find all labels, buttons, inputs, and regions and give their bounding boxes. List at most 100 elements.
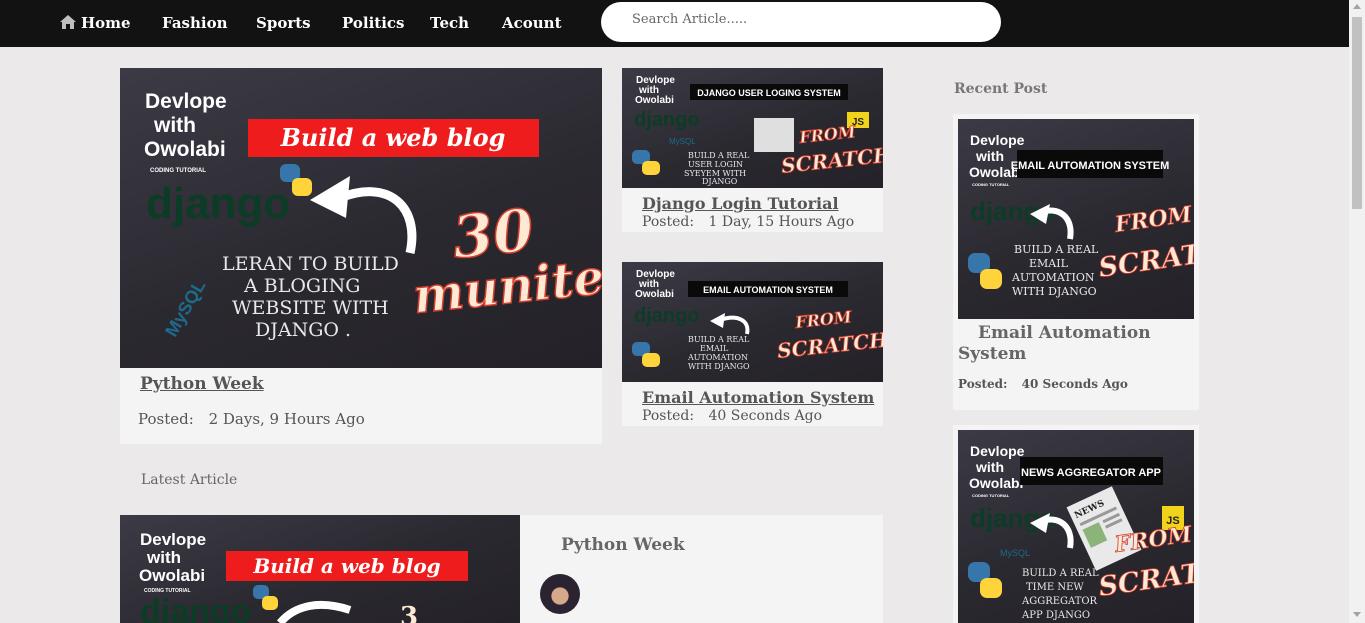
brand-line: Devlope	[145, 90, 227, 113]
recent-post-heading: Recent Post	[954, 81, 1048, 97]
brand-line: Owolabi	[144, 138, 226, 161]
recent-post-thumbnail[interactable]: Devlope with Owolabi CODING TUTORIAL NEW…	[958, 430, 1194, 623]
banner-text: EMAIL AUTOMATION SYSTEM	[1011, 160, 1170, 172]
featured-side-title-link[interactable]: Django Login Tutorial	[642, 194, 839, 213]
thumb-line: A BLOGING	[243, 275, 360, 297]
thumb-line: AUTOMATION	[687, 353, 748, 362]
mysql-logo: MySQL	[669, 137, 696, 146]
big-text: SCRATCH	[780, 142, 883, 178]
thumb-line: WITH DJANGO	[1012, 285, 1097, 298]
latest-article-heading: Latest Article	[141, 472, 238, 488]
brand-line: with	[146, 548, 181, 567]
brand-line: CODING TUTORIAL	[150, 168, 206, 174]
featured-side-thumbnail[interactable]: Devlope with Owolabi DJANGO USER LOGING …	[622, 68, 883, 188]
search-box	[601, 2, 1001, 42]
thumbnail-graphic: Devlope with Owolabi DJANGO USER LOGING …	[632, 75, 883, 186]
posted-time: 1 Day, 15 Hours Ago	[708, 214, 855, 230]
thumbnail-graphic: Devlope with Owolabi CODING TUTORIAL EMA…	[968, 132, 1194, 298]
banner-text: Build a web blog	[252, 554, 440, 578]
brand-line: with	[153, 114, 196, 137]
nav-item-tech[interactable]: Tech	[430, 14, 469, 32]
mysql-logo: MySQL	[1000, 548, 1030, 558]
big-text: FROM	[793, 307, 853, 332]
posted-time: 2 Days, 9 Hours Ago	[208, 410, 365, 428]
thumb-line: DJANGO .	[255, 319, 351, 341]
thumbnail-graphic: Devlope with Owolabi CODING TUTORIAL Bui…	[139, 530, 468, 623]
recent-post-thumbnail[interactable]: Devlope with Owolabi CODING TUTORIAL EMA…	[958, 119, 1194, 319]
thumbnail-graphic: Devlope with Owolabi CODING TUTORIAL Bui…	[144, 90, 602, 341]
thumb-line: WITH DJANGO	[688, 362, 750, 371]
thumbnail-graphic: Devlope with Owolabi EMAIL AUTOMATION SY…	[632, 269, 883, 371]
brand-line: CODING TUTORIAL	[972, 493, 1010, 498]
django-logo: django	[140, 593, 251, 623]
scroll-down-arrow-icon[interactable]	[1353, 612, 1361, 617]
django-logo: django	[634, 109, 700, 131]
django-logo: django	[634, 305, 700, 327]
featured-main-thumbnail[interactable]: Devlope with Owolabi CODING TUTORIAL Bui…	[120, 68, 602, 368]
scrollbar-thumb[interactable]	[1352, 17, 1362, 209]
big-text: SCRATCH	[776, 327, 883, 363]
thumb-line: BUILD A REAL	[688, 151, 750, 160]
posted-label: Posted:	[138, 410, 194, 428]
banner-text: NEWS AGGREGATOR APP	[1021, 467, 1161, 479]
featured-side-thumbnail[interactable]: Devlope with Owolabi EMAIL AUTOMATION SY…	[622, 262, 883, 382]
brand-line: Owolabi	[635, 95, 674, 106]
big-text: SCRATCH	[1097, 232, 1194, 284]
thumb-line: BUILD A REAL	[688, 335, 750, 344]
thumb-line: AUTOMATION	[1011, 271, 1095, 284]
latest-article-thumbnail[interactable]: Devlope with Owolabi CODING TUTORIAL Bui…	[120, 515, 520, 623]
big-text: FROM	[1112, 201, 1194, 238]
brand-line: Devlope	[970, 443, 1025, 459]
big-text: FROM	[797, 122, 857, 147]
scroll-up-arrow-icon[interactable]	[1353, 4, 1361, 9]
thumb-line: AGGREGATOR	[1021, 596, 1098, 607]
featured-main-title-link[interactable]: Python Week	[140, 374, 264, 394]
thumb-line: DJANGO	[702, 177, 738, 186]
banner-text: Build a web blog	[280, 123, 506, 152]
django-logo: django	[146, 179, 290, 228]
thumb-line: USER LOGIN	[688, 160, 743, 169]
thumb-line: EMAIL	[700, 344, 729, 353]
svg-text:3: 3	[400, 602, 418, 623]
featured-side-posted: Posted: 40 Seconds Ago	[642, 408, 822, 424]
thumb-line: LERAN TO BUILD	[222, 253, 399, 275]
thumb-line: BUILD A REAL	[1022, 568, 1099, 579]
page-scrollbar[interactable]	[1349, 0, 1365, 623]
latest-article-title[interactable]: Python Week	[561, 535, 685, 555]
thumb-line: EMAIL	[1029, 257, 1069, 270]
brand-line: Owolabi	[139, 566, 205, 585]
featured-side-title-link[interactable]: Email Automation System	[642, 388, 874, 407]
nav-item-home[interactable]: Home	[81, 14, 131, 32]
recent-post-posted: Posted: 40 Seconds Ago	[958, 377, 1128, 391]
thumbnail-graphic: Devlope with Owolabi CODING TUTORIAL NEW…	[968, 443, 1194, 621]
nav-item-sports[interactable]: Sports	[256, 14, 311, 32]
thumb-line: BUILD A REAL	[1014, 243, 1099, 256]
brand-line: Owolabi	[969, 475, 1023, 491]
nav-item-fashion[interactable]: Fashion	[162, 14, 228, 32]
search-input[interactable]	[632, 12, 972, 27]
recent-post-title[interactable]: Email Automation System	[958, 323, 1158, 365]
banner-text: EMAIL AUTOMATION SYSTEM	[703, 285, 833, 295]
featured-side-posted: Posted: 1 Day, 15 Hours Ago	[642, 214, 854, 230]
posted-label: Posted:	[642, 408, 695, 424]
posted-time: 40 Seconds Ago	[1021, 377, 1128, 391]
author-avatar[interactable]	[540, 574, 580, 614]
thumb-line: TIME NEW	[1026, 582, 1084, 593]
featured-main-posted: Posted: 2 Days, 9 Hours Ago	[138, 410, 365, 428]
thumb-line: APP DJANGO	[1021, 610, 1090, 621]
brand-line: Devlope	[140, 530, 206, 549]
banner-text: DJANGO USER LOGING SYSTEM	[697, 88, 841, 98]
nav-item-account[interactable]: Acount	[502, 14, 562, 32]
brand-line: CODING TUTORIAL	[972, 182, 1010, 187]
top-navbar: Home Fashion Sports Politics Tech Acount	[0, 0, 1349, 47]
posted-label: Posted:	[642, 214, 695, 230]
thumb-line: WEBSITE WITH	[232, 297, 389, 319]
nav-item-politics[interactable]: Politics	[342, 14, 404, 32]
brand-line: with	[975, 459, 1004, 475]
brand-line: Devlope	[970, 132, 1025, 148]
posted-label: Posted:	[958, 377, 1008, 391]
mysql-logo: MySQL	[161, 276, 209, 340]
posted-time: 40 Seconds Ago	[708, 408, 823, 424]
brand-line: with	[975, 148, 1004, 164]
home-icon[interactable]	[59, 14, 77, 30]
